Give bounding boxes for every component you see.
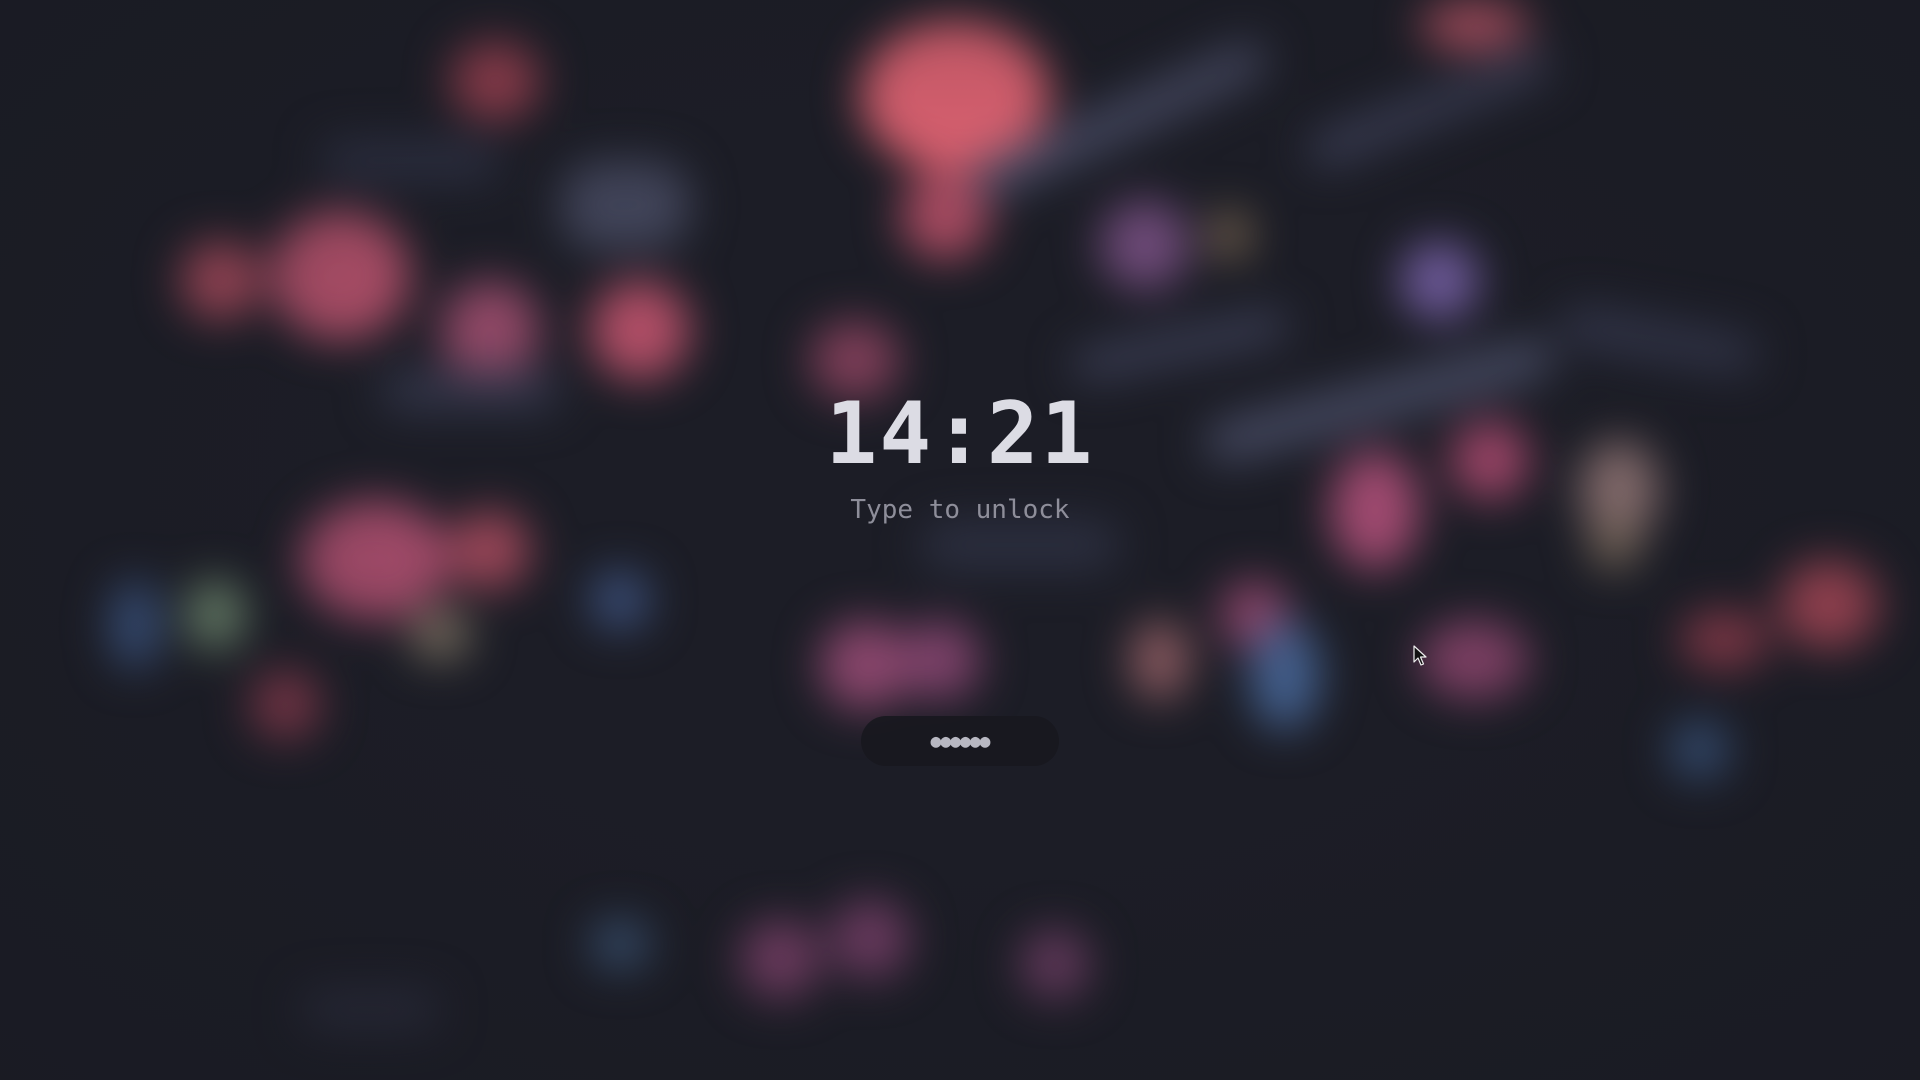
clock-time: 14:21 xyxy=(825,384,1095,484)
mouse-pointer-icon xyxy=(1413,645,1427,666)
lock-screen: 14:21 Type to unlock ●●●●●● xyxy=(0,0,1920,1080)
password-mask: ●●●●●● xyxy=(930,730,990,752)
unlock-hint: Type to unlock xyxy=(850,495,1070,525)
vignette-overlay xyxy=(0,0,1920,1080)
password-field[interactable]: ●●●●●● xyxy=(861,716,1059,766)
